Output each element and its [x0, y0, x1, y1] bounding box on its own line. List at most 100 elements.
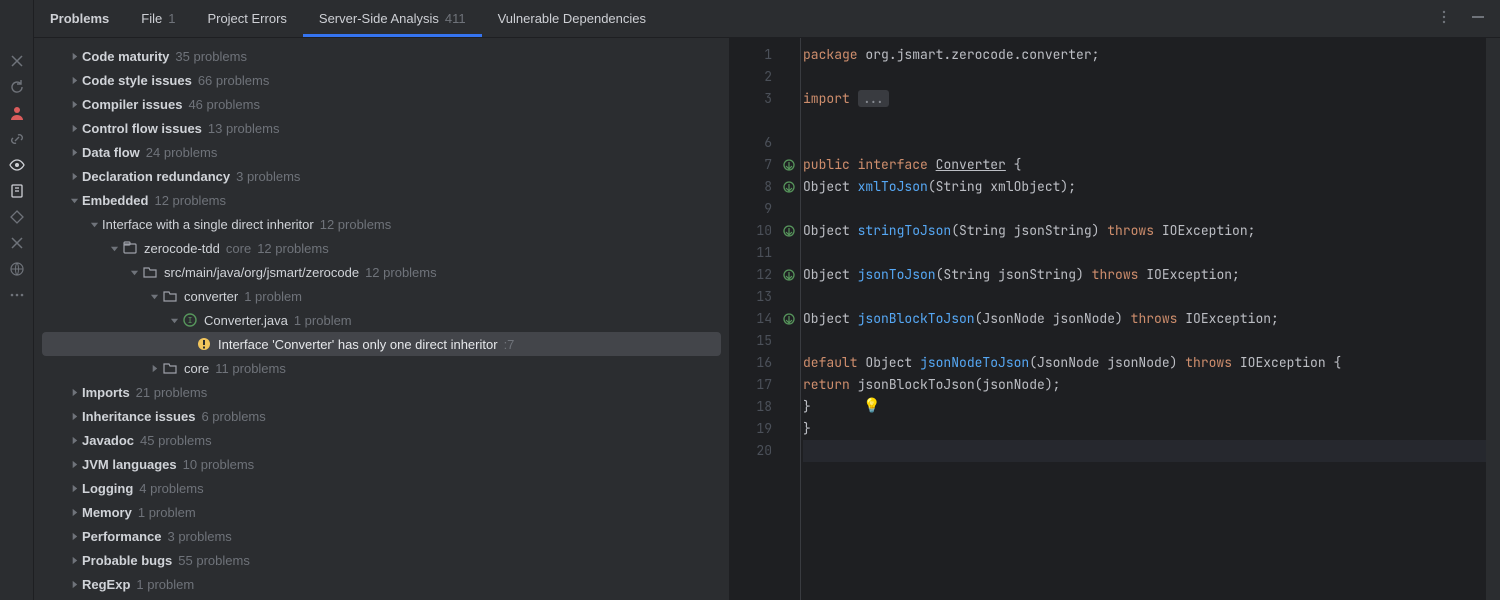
tree-count: 45 problems	[140, 433, 212, 448]
book-icon[interactable]	[9, 183, 25, 199]
code-token: {	[1006, 156, 1022, 173]
tree-row-module[interactable]: zerocode-tddcore12 problems	[34, 236, 729, 260]
tree-row-inspection[interactable]: Interface with a single direct inheritor…	[34, 212, 729, 236]
tabs-right	[1436, 0, 1500, 37]
chevron-right-icon[interactable]	[66, 528, 82, 544]
tree-row[interactable]: RegExp1 problem	[34, 572, 729, 596]
tree-row-package[interactable]: src/main/java/org/jsmart/zerocode12 prob…	[34, 260, 729, 284]
eye-icon[interactable]	[9, 157, 25, 173]
implements-icon[interactable]	[778, 176, 800, 198]
line-number: 16	[730, 352, 772, 374]
tab-problems[interactable]: Problems	[34, 0, 125, 37]
tree-label: Imports	[82, 385, 130, 400]
tree-row-subpackage[interactable]: converter1 problem	[34, 284, 729, 308]
refresh-icon[interactable]	[9, 79, 25, 95]
tree-row[interactable]: Inheritance issues6 problems	[34, 404, 729, 428]
tree-count: 10 problems	[183, 457, 255, 472]
kebab-icon[interactable]	[1436, 9, 1452, 28]
chevron-down-icon[interactable]	[86, 216, 102, 232]
chevron-right-icon[interactable]	[66, 120, 82, 136]
chevron-right-icon[interactable]	[66, 48, 82, 64]
tab-server-analysis[interactable]: Server-Side Analysis411	[303, 0, 482, 37]
tree-count: 13 problems	[208, 121, 280, 136]
tab-vuln-deps[interactable]: Vulnerable Dependencies	[482, 0, 662, 37]
tree-row[interactable]: Code maturity35 problems	[34, 44, 729, 68]
tree-row[interactable]: Data flow24 problems	[34, 140, 729, 164]
code-token: jsonNodeToJson	[920, 354, 1029, 371]
chevron-right-icon[interactable]	[66, 144, 82, 160]
chevron-down-icon[interactable]	[106, 240, 122, 256]
tree-row[interactable]: Performance3 problems	[34, 524, 729, 548]
tree-count: 1 problem	[244, 289, 302, 304]
code-token: throws	[1092, 266, 1139, 283]
line-number-gutter: 1 2 3 6 7 8 9 10 11 12 13 14 15 16 17 1	[730, 38, 778, 600]
implements-icon[interactable]	[778, 154, 800, 176]
tab-label: Vulnerable Dependencies	[498, 11, 646, 26]
chevron-right-icon[interactable]	[66, 72, 82, 88]
chevron-down-icon[interactable]	[66, 192, 82, 208]
code-token: (String jsonString)	[936, 266, 1092, 283]
chevron-right-icon[interactable]	[66, 96, 82, 112]
close2-icon[interactable]	[9, 235, 25, 251]
code-token: (JsonNode jsonNode)	[1029, 354, 1185, 371]
line-number: 7	[730, 154, 772, 176]
chevron-right-icon[interactable]	[66, 384, 82, 400]
problems-tree[interactable]: Code maturity35 problems Code style issu…	[34, 38, 730, 600]
error-stripe[interactable]	[1486, 38, 1500, 600]
globe-icon[interactable]	[9, 261, 25, 277]
tree-count: 21 problems	[136, 385, 208, 400]
close-icon[interactable]	[9, 53, 25, 69]
tree-row[interactable]: Memory1 problem	[34, 500, 729, 524]
chevron-right-icon[interactable]	[146, 360, 162, 376]
tree-label: Interface 'Converter' has only one direc…	[218, 337, 498, 352]
tab-file[interactable]: File1	[125, 0, 191, 37]
tree-label: Code maturity	[82, 49, 169, 64]
chevron-down-icon[interactable]	[126, 264, 142, 280]
chevron-down-icon[interactable]	[146, 288, 162, 304]
tree-count: :7	[504, 337, 515, 352]
tree-row[interactable]: Code style issues66 problems	[34, 68, 729, 92]
tree-row[interactable]: Declaration redundancy3 problems	[34, 164, 729, 188]
tree-label: zerocode-tdd	[144, 241, 220, 256]
more-icon[interactable]	[9, 287, 25, 303]
link-icon[interactable]	[9, 131, 25, 147]
lightbulb-icon[interactable]: 💡	[863, 395, 880, 417]
tree-count: 1 problem	[294, 313, 352, 328]
tree-row[interactable]: JVM languages10 problems	[34, 452, 729, 476]
chevron-right-icon[interactable]	[66, 168, 82, 184]
tree-row-finding[interactable]: Interface 'Converter' has only one direc…	[42, 332, 721, 356]
tree-row-embedded[interactable]: Embedded12 problems	[34, 188, 729, 212]
chevron-right-icon[interactable]	[66, 456, 82, 472]
implements-icon[interactable]	[778, 264, 800, 286]
chevron-right-icon[interactable]	[66, 408, 82, 424]
diamond-icon[interactable]	[9, 209, 25, 225]
tab-project-errors[interactable]: Project Errors	[191, 0, 302, 37]
tree-row[interactable]: Compiler issues46 problems	[34, 92, 729, 116]
tab-bar: Problems File1 Project Errors Server-Sid…	[34, 0, 1500, 38]
tree-row-file[interactable]: IConverter.java1 problem	[34, 308, 729, 332]
chevron-right-icon[interactable]	[66, 504, 82, 520]
minimize-icon[interactable]	[1470, 9, 1486, 28]
tree-count: 3 problems	[167, 529, 231, 544]
left-iconbar	[0, 0, 34, 600]
implements-icon[interactable]	[778, 308, 800, 330]
chevron-right-icon[interactable]	[66, 432, 82, 448]
chevron-right-icon[interactable]	[66, 576, 82, 592]
tree-label: Probable bugs	[82, 553, 172, 568]
implements-icon[interactable]	[778, 220, 800, 242]
chevron-down-icon[interactable]	[166, 312, 182, 328]
tree-row-sibling[interactable]: core11 problems	[34, 356, 729, 380]
code-token: }	[803, 420, 811, 437]
tree-row[interactable]: Control flow issues13 problems	[34, 116, 729, 140]
tree-row[interactable]: Logging4 problems	[34, 476, 729, 500]
chevron-right-icon[interactable]	[66, 552, 82, 568]
tree-row[interactable]: Javadoc45 problems	[34, 428, 729, 452]
tree-row[interactable]: Imports 21 problems	[34, 380, 729, 404]
line-number: 13	[730, 286, 772, 308]
code-area[interactable]: package org.jsmart.zerocode.converter; i…	[800, 38, 1486, 600]
user-icon[interactable]	[9, 105, 25, 121]
fold-icon[interactable]: ...	[858, 90, 889, 107]
code-editor[interactable]: 1 2 3 6 7 8 9 10 11 12 13 14 15 16 17 1	[730, 38, 1500, 600]
tree-row[interactable]: Probable bugs55 problems	[34, 548, 729, 572]
chevron-right-icon[interactable]	[66, 480, 82, 496]
